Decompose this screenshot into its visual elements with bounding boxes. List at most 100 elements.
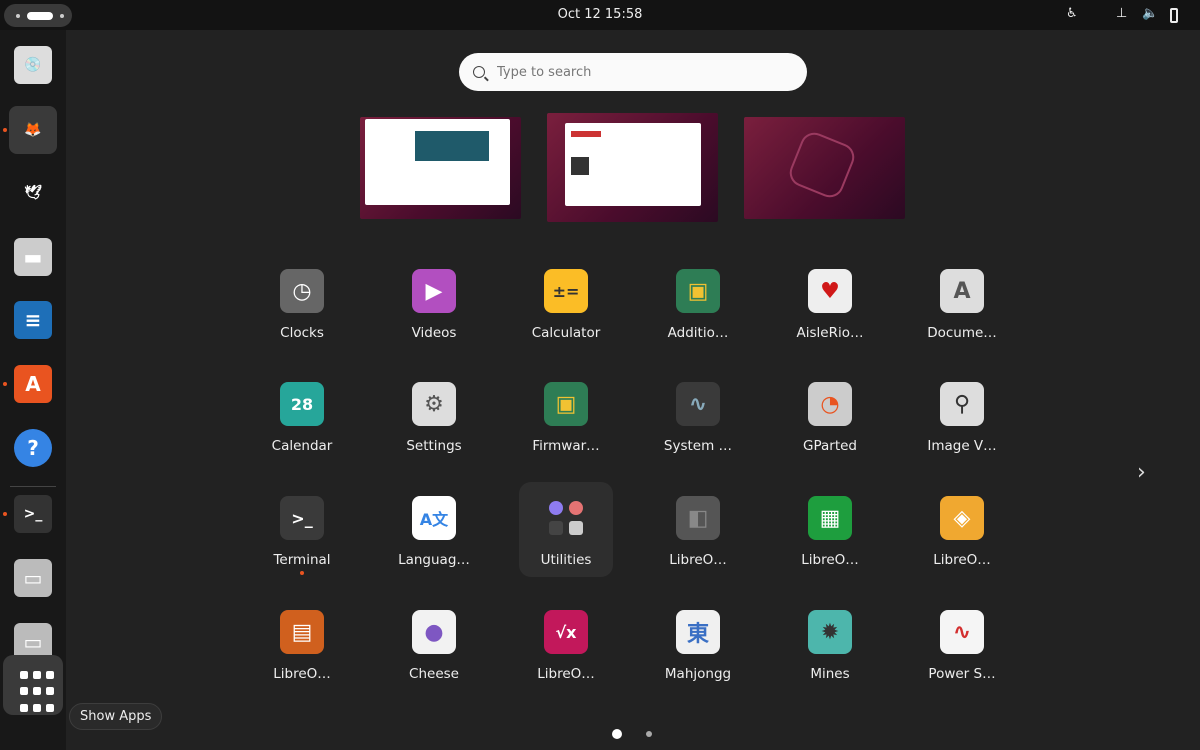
app-icon: 28	[280, 382, 324, 426]
app-icon: A	[940, 269, 984, 313]
search-icon	[473, 66, 485, 78]
app-label: Calculator	[531, 325, 601, 341]
app-calculator[interactable]: ±= Calculator	[506, 269, 626, 341]
app-additio[interactable]: ▣ Additio…	[638, 269, 758, 341]
app-clocks[interactable]: ◷ Clocks	[242, 269, 362, 341]
drive-icon: ▭	[14, 559, 52, 597]
app-icon: ◈	[940, 496, 984, 540]
app-icon: 東	[676, 610, 720, 654]
app-libreo[interactable]: ◈ LibreO…	[902, 496, 1022, 568]
dock-item-thunderbird[interactable]: 🕊	[9, 169, 57, 217]
app-imagev[interactable]: ⚲ Image V…	[902, 382, 1022, 454]
app-terminal[interactable]: >_ Terminal	[242, 496, 362, 575]
app-firmwar[interactable]: ▣ Firmwar…	[506, 382, 626, 454]
dock-item-libreoffice-writer[interactable]: ≡	[9, 296, 57, 344]
app-label: Terminal	[273, 552, 331, 568]
dock-item-firefox[interactable]: 🦊	[9, 106, 57, 154]
app-icon: ◔	[808, 382, 852, 426]
app-icon: ♥	[808, 269, 852, 313]
app-libreo[interactable]: ◧ LibreO…	[638, 496, 758, 568]
app-mahjongg[interactable]: 東 Mahjongg	[638, 610, 758, 682]
libreoffice-writer-icon: ≡	[14, 301, 52, 339]
dock-item-drive[interactable]: ▭	[9, 554, 57, 602]
app-docume[interactable]: A Docume…	[902, 269, 1022, 341]
next-page-arrow[interactable]: ›	[1137, 460, 1146, 485]
running-indicator	[300, 571, 304, 575]
accessibility-icon[interactable]: ♿	[1066, 6, 1078, 21]
app-languag[interactable]: A文 Languag…	[374, 496, 494, 568]
window-thumbnail[interactable]	[565, 123, 701, 206]
app-label: LibreO…	[669, 552, 727, 568]
app-icon: ▣	[544, 382, 588, 426]
dock-item-help[interactable]: ?	[9, 424, 57, 472]
app-settings[interactable]: ⚙ Settings	[374, 382, 494, 454]
app-icon: ▦	[808, 496, 852, 540]
dock-item-terminal[interactable]: >_	[9, 490, 57, 538]
network-icon[interactable]: ⊥	[1116, 6, 1127, 21]
app-system[interactable]: ∿ System …	[638, 382, 758, 454]
app-cheese[interactable]: ● Cheese	[374, 610, 494, 682]
clock[interactable]: Oct 12 15:58	[0, 7, 1200, 22]
app-label: Utilities	[540, 552, 592, 568]
app-icon: ∿	[940, 610, 984, 654]
folder-icon	[544, 496, 588, 540]
app-aislerio[interactable]: ♥ AisleRio…	[770, 269, 890, 341]
app-icon: ◷	[280, 269, 324, 313]
workspace-thumbnail-2[interactable]	[547, 113, 718, 222]
dock-item-disk-usage[interactable]: 💿	[9, 41, 57, 89]
app-label: Settings	[406, 438, 462, 454]
app-icon: ●	[412, 610, 456, 654]
ubuntu-wallpaper-logo	[785, 128, 859, 202]
thunderbird-icon: 🕊	[24, 185, 42, 201]
workspace-thumbnail-1[interactable]	[360, 117, 521, 219]
app-videos[interactable]: ▶ Videos	[374, 269, 494, 341]
app-powers[interactable]: ∿ Power S…	[902, 610, 1022, 682]
volume-icon[interactable]: 🔈	[1142, 6, 1158, 21]
app-icon: ▣	[676, 269, 720, 313]
app-icon: ▶	[412, 269, 456, 313]
window-thumbnail[interactable]	[365, 119, 510, 205]
app-label: LibreO…	[273, 666, 331, 682]
page-indicator-1[interactable]	[612, 729, 622, 739]
app-icon: √x	[544, 610, 588, 654]
search-bar[interactable]	[459, 53, 807, 91]
app-label: Mahjongg	[664, 666, 732, 682]
app-calendar[interactable]: 28 Calendar	[242, 382, 362, 454]
app-label: AisleRio…	[796, 325, 864, 341]
app-libreo[interactable]: ▤ LibreO…	[242, 610, 362, 682]
app-label: Firmwar…	[532, 438, 600, 454]
app-label: Image V…	[927, 438, 997, 454]
app-label: Videos	[411, 325, 457, 341]
app-label: Clocks	[280, 325, 324, 341]
disk-usage-icon: 💿	[14, 46, 52, 84]
app-icon: ⚙	[412, 382, 456, 426]
app-icon: ±=	[544, 269, 588, 313]
app-label: Additio…	[667, 325, 729, 341]
page-indicator-2[interactable]	[646, 731, 652, 737]
app-label: LibreO…	[801, 552, 859, 568]
app-label: Calendar	[271, 438, 333, 454]
show-apps-button[interactable]	[3, 655, 63, 715]
app-label: System …	[663, 438, 733, 454]
app-label: Docume…	[927, 325, 997, 341]
firefox-icon: 🦊	[24, 122, 42, 138]
app-label: GParted	[803, 438, 857, 454]
app-utilities[interactable]: Utilities	[519, 482, 613, 577]
app-libreo[interactable]: ▦ LibreO…	[770, 496, 890, 568]
app-mines[interactable]: ✹ Mines	[770, 610, 890, 682]
dock-item-files[interactable]: ▬	[9, 233, 57, 281]
files-icon: ▬	[14, 238, 52, 276]
running-indicator	[3, 382, 7, 386]
app-gparted[interactable]: ◔ GParted	[770, 382, 890, 454]
workspace-thumbnail-3[interactable]	[744, 117, 905, 219]
app-icon: ⚲	[940, 382, 984, 426]
running-indicator	[3, 512, 7, 516]
dock-item-app-center[interactable]: A	[9, 360, 57, 408]
battery-icon[interactable]	[1170, 8, 1178, 23]
app-libreo[interactable]: √x LibreO…	[506, 610, 626, 682]
show-apps-tooltip: Show Apps	[69, 703, 163, 730]
search-input[interactable]	[497, 64, 777, 80]
app-label: LibreO…	[933, 552, 991, 568]
top-bar: Oct 12 15:58 ♿ ⊥ 🔈	[0, 0, 1200, 30]
app-icon: ✹	[808, 610, 852, 654]
